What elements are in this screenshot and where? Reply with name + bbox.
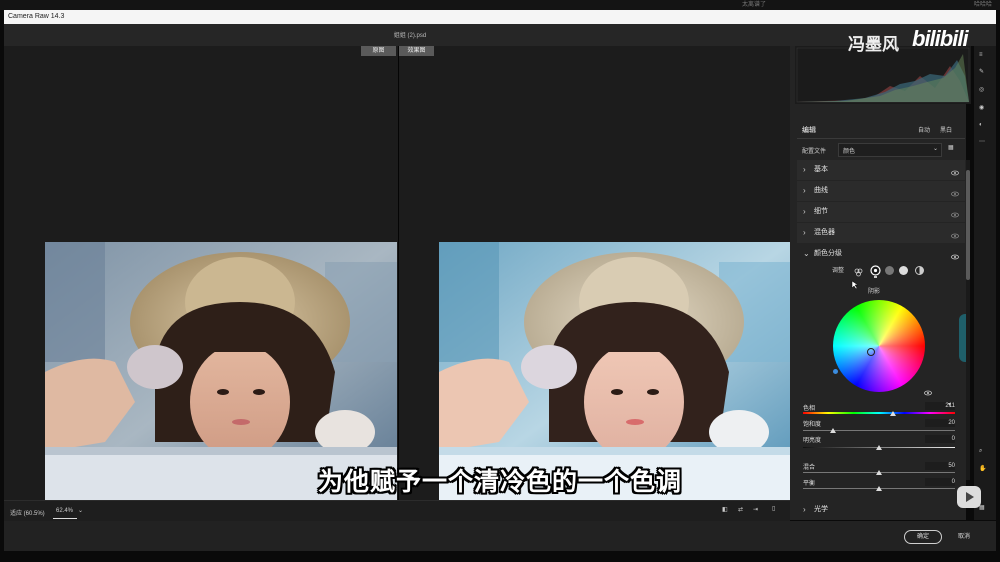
chevron-right-icon: ›: [803, 186, 806, 195]
hand-tool-icon[interactable]: ✋: [979, 465, 991, 477]
bw-button[interactable]: 黑白: [940, 125, 952, 134]
dialog-footer: [4, 521, 996, 551]
wheel-selected-marker: [874, 276, 877, 278]
saturation-value[interactable]: 20: [925, 419, 955, 427]
profile-dropdown[interactable]: 颜色 ⌄: [838, 143, 942, 157]
blending-thumb[interactable]: [876, 470, 882, 475]
eye-icon[interactable]: [951, 187, 959, 197]
eye-icon[interactable]: [924, 384, 932, 402]
menu-icon[interactable]: ≡: [979, 52, 991, 64]
luminance-thumb[interactable]: [876, 445, 882, 450]
panel-separator: [797, 138, 965, 139]
adjust-label: 调整: [832, 268, 845, 274]
chevron-right-icon: ›: [803, 505, 806, 514]
blending-value[interactable]: 50: [925, 462, 955, 470]
outer-top-strip: 太离谱了 哈哈哈: [0, 0, 1000, 10]
grid-icon[interactable]: ▦: [979, 504, 991, 516]
zoom-underline: [53, 518, 77, 519]
hue-indicator-dot[interactable]: [833, 369, 838, 374]
more-icon[interactable]: ⋯: [979, 138, 991, 150]
video-subtitle: 为他赋予一个清冷色的一个色调: [317, 468, 682, 496]
brush-icon[interactable]: ✎: [979, 68, 991, 80]
wheel-label: 阴影: [868, 289, 881, 295]
section-basic[interactable]: › 基本: [797, 160, 965, 180]
saturation-label: 饱和度: [803, 422, 822, 428]
midtones-wheel-icon[interactable]: [884, 263, 895, 281]
copy-settings-icon[interactable]: ⇥: [753, 506, 758, 513]
edit-title: 编辑: [802, 127, 816, 134]
color-wheel-handle[interactable]: [867, 348, 875, 356]
hue-dropdown-icon[interactable]: ▾: [948, 401, 951, 408]
hue-label: 色相: [803, 406, 816, 412]
section-detail[interactable]: › 细节: [797, 202, 965, 222]
chevron-right-icon: ›: [803, 165, 806, 174]
hue-track[interactable]: [803, 412, 955, 414]
section-color-grading[interactable]: ⌄ 颜色分级: [797, 244, 965, 264]
chevron-down-icon: ⌄: [803, 249, 810, 258]
fit-zoom-label[interactable]: 适应 (60.5%): [10, 508, 45, 517]
heal-icon[interactable]: ◎: [979, 86, 991, 98]
color-wheel-center: [833, 300, 925, 392]
hue-thumb[interactable]: [889, 411, 896, 416]
presets-icon[interactable]: ◐: [979, 122, 991, 134]
chevron-right-icon: ›: [803, 228, 806, 237]
after-view-button[interactable]: 效果图: [399, 46, 434, 56]
color-wheel[interactable]: [833, 300, 925, 392]
top-center-text: 太离谱了: [742, 2, 767, 8]
document-filename: 姐姐 (2).psd: [393, 33, 427, 39]
global-wheel-icon[interactable]: [914, 263, 925, 281]
section-color-mixer[interactable]: › 混色器: [797, 223, 965, 243]
status-bar: [4, 500, 790, 521]
saturation-thumb[interactable]: [830, 428, 837, 433]
profile-value: 颜色: [843, 149, 856, 155]
window-title: Camera Raw 14.3: [4, 10, 996, 24]
balance-label: 平衡: [803, 481, 816, 487]
cancel-button[interactable]: 取消: [952, 532, 976, 542]
compare-view-icon[interactable]: ▯: [772, 505, 775, 512]
balance-thumb[interactable]: [876, 486, 882, 491]
zoom-tool-icon[interactable]: ⌕: [979, 448, 991, 460]
section-curves[interactable]: › 曲线: [797, 181, 965, 201]
ok-button[interactable]: 确定: [904, 530, 942, 544]
before-after-divider: [398, 46, 399, 500]
eye-icon[interactable]: [951, 250, 959, 260]
before-view-button[interactable]: 原图: [361, 46, 396, 56]
luminance-value[interactable]: 0: [925, 435, 955, 443]
profile-browser-icon[interactable]: ▦: [948, 144, 954, 151]
zoom-dropdown-icon[interactable]: ⌄: [78, 507, 83, 514]
eye-icon[interactable]: [951, 229, 959, 239]
luminance-label: 明亮度: [803, 438, 822, 444]
before-after-toggle-icon[interactable]: ◧: [722, 506, 728, 513]
next-wheel-peek: [959, 314, 966, 362]
blending-label: 混合: [803, 465, 816, 471]
scrollbar-thumb[interactable]: [966, 170, 970, 280]
zoom-value[interactable]: 62.4%: [56, 508, 73, 514]
saturation-track[interactable]: [803, 430, 955, 431]
bilibili-tv-icon: [957, 486, 981, 508]
swap-icon[interactable]: ⇄: [738, 506, 743, 513]
bilibili-logo: bilibili: [912, 26, 969, 51]
panel-scrollbar[interactable]: [966, 160, 970, 480]
auto-button[interactable]: 自动: [918, 125, 930, 134]
redeye-icon[interactable]: ◉: [979, 104, 991, 116]
highlights-wheel-icon[interactable]: [898, 263, 909, 281]
eye-icon[interactable]: [951, 166, 959, 176]
section-optics[interactable]: › 光学: [797, 500, 965, 520]
balance-value[interactable]: 0: [925, 478, 955, 486]
chevron-right-icon: ›: [803, 207, 806, 216]
play-icon: [966, 492, 974, 502]
top-right-text: 哈哈哈: [974, 2, 993, 8]
chevron-down-icon: ⌄: [932, 146, 938, 152]
mouse-cursor-icon: [851, 277, 859, 295]
shadows-wheel-icon[interactable]: [870, 263, 881, 281]
profile-label: 配置文件: [802, 149, 827, 155]
author-watermark: 冯墨风: [848, 35, 899, 54]
eye-icon[interactable]: [951, 208, 959, 218]
